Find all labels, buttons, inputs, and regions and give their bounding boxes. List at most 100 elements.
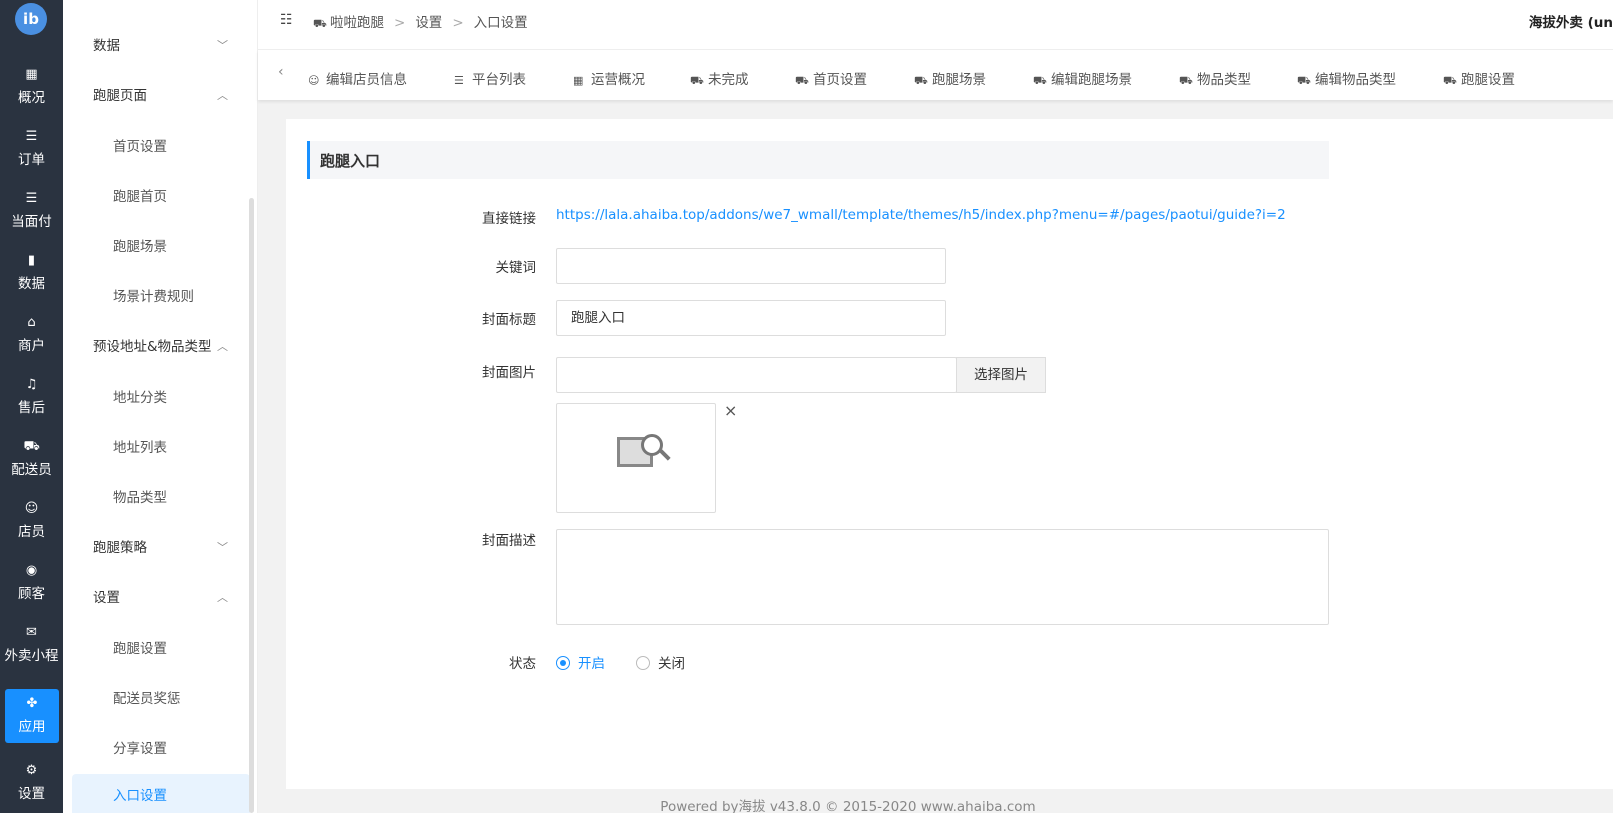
menu-item-scene-fee-rules[interactable]: 场景计费规则 [72,275,250,319]
scooter-icon: ⛟ [914,74,928,87]
radio-checked-icon [556,656,570,670]
rail-item-facepay[interactable]: ☰ 当面付 [0,184,63,238]
cover-title-label: 封面标题 [482,312,536,328]
menu-item-errand-scene[interactable]: 跑腿场景 [72,225,250,269]
menu-item-entry-settings[interactable]: 入口设置 [72,774,250,813]
menu-group-preset-address[interactable]: 预设地址&物品类型 ︿ [63,327,257,367]
tab-errand-settings[interactable]: ⛟ 跑腿设置 [1443,68,1515,89]
status-label: 状态 [509,656,536,672]
scooter-icon: ⛟ [1297,74,1311,87]
chevron-down-icon: ﹀ [217,541,228,554]
list-icon: ☰ [25,129,38,144]
menu-item-home-settings[interactable]: 首页设置 [72,125,250,169]
chevron-up-icon: ︿ [217,340,228,353]
breadcrumb: ⛟ 啦啦跑腿 > 设置 > 入口设置 [313,15,528,31]
menu-item-address-category[interactable]: 地址分类 [72,376,250,420]
store-icon: ⌂ [27,315,36,330]
users-icon: ☺ [308,74,320,87]
cover-desc-textarea[interactable] [556,529,1329,625]
menu-group-errand-strategy[interactable]: 跑腿策略 ﹀ [63,528,257,568]
rail-item-orders[interactable]: ☰ 订单 [0,122,63,176]
keyword-input[interactable] [556,248,946,284]
pick-image-button[interactable]: 选择图片 [956,357,1046,393]
rail-item-settings[interactable]: ⚙ 设置 [0,756,63,810]
secondary-menu: 数据 ﹀ 跑腿页面 ︿ 首页设置 跑腿首页 跑腿场景 场景计费规则 预设地址&物… [63,0,258,813]
rail-item-merchant[interactable]: ⌂ 商户 [0,308,63,362]
zoom-handle [659,449,671,461]
users-icon: ☺ [24,501,39,516]
chevron-up-icon: ︿ [217,89,228,102]
headset-icon: ♫ [25,377,38,392]
section-title: 跑腿入口 [307,141,1329,179]
rail-item-overview[interactable]: ▦ 概况 [0,60,63,114]
tab-incomplete[interactable]: ⛟ 未完成 [690,68,749,89]
list-icon: ☰ [454,74,464,87]
tab-platform-list[interactable]: ☰ 平台列表 [454,68,526,88]
rail-item-customer[interactable]: ◉ 顾客 [0,556,63,610]
grid-icon: ▦ [25,67,38,82]
shop-name[interactable]: 海拔外卖 (un [1529,11,1613,31]
tab-ops-overview[interactable]: ▦ 运营概况 [573,68,645,88]
menu-item-address-list[interactable]: 地址列表 [72,426,250,470]
menu-group-settings[interactable]: 设置 ︿ [63,578,257,618]
menu-item-errand-home[interactable]: 跑腿首页 [72,175,250,219]
bar-chart-icon: ▮ [27,253,36,268]
scooter-icon: ⛟ [23,439,40,454]
cover-image-label: 封面图片 [482,365,536,381]
content-card: 跑腿入口 直接链接 https://lala.ahaiba.top/addons… [286,119,1613,789]
radio-unchecked-icon [636,656,650,670]
top-header: ☷ ⛟ 啦啦跑腿 > 设置 > 入口设置 海拔外卖 (un [258,0,1613,50]
menu-scrollbar[interactable] [249,198,254,813]
rail-item-miniprogram[interactable]: ✉ 外卖小程 [0,618,63,672]
tab-edit-errand-scene[interactable]: ⛟ 编辑跑腿场景 [1033,68,1132,89]
logo-icon[interactable]: ib [15,3,47,35]
scooter-icon: ⛟ [1179,74,1193,87]
breadcrumb-item: 入口设置 [473,15,528,31]
keyword-label: 关键词 [495,260,537,276]
scooter-icon: ⛟ [795,74,809,87]
menu-item-share-settings[interactable]: 分享设置 [72,727,250,771]
user-gear-icon: ⚙ [25,763,38,778]
tab-item-types[interactable]: ⛟ 物品类型 [1179,68,1251,89]
status-on-radio[interactable]: 开启 [556,652,605,672]
menu-item-errand-settings[interactable]: 跑腿设置 [72,627,250,671]
apps-icon: ✤ [26,696,38,711]
rail-item-staff[interactable]: ☺ 店员 [0,494,63,548]
icon-rail: ib ▦ 概况 ☰ 订单 ☰ 当面付 ▮ 数据 ⌂ 商户 ♫ 售后 ⛟ 配送员 … [0,0,63,813]
tab-edit-item-types[interactable]: ⛟ 编辑物品类型 [1297,68,1396,89]
scooter-icon: ⛟ [690,74,704,87]
rail-item-aftersale[interactable]: ♫ 售后 [0,370,63,424]
chevron-up-icon: ︿ [217,591,228,604]
user-circle-icon: ◉ [25,563,38,578]
cover-desc-label: 封面描述 [482,533,536,549]
direct-link[interactable]: https://lala.ahaiba.top/addons/we7_wmall… [556,207,1286,223]
footer-text: Powered by海拔 v43.8.0 © 2015-2020 www.aha… [660,799,1036,813]
list-icon: ☰ [25,191,38,206]
link-label: 直接链接 [482,211,536,227]
breadcrumb-item[interactable]: 设置 [415,15,442,31]
tab-edit-staff[interactable]: ☺ 编辑店员信息 [308,68,407,88]
scooter-icon: ⛟ [313,17,327,30]
cover-title-input[interactable]: 跑腿入口 [556,300,946,336]
menu-item-courier-rewards[interactable]: 配送员奖惩 [72,677,250,721]
rail-item-data[interactable]: ▮ 数据 [0,246,63,300]
menu-toggle-icon[interactable]: ☷ [280,12,293,28]
cover-image-input[interactable] [556,357,957,393]
rail-item-courier[interactable]: ⛟ 配送员 [0,432,63,486]
wechat-icon: ✉ [26,625,37,640]
chevron-down-icon: ﹀ [217,39,228,52]
scooter-icon: ⛟ [1443,74,1457,87]
grid-icon: ▦ [573,74,584,87]
menu-item-item-types[interactable]: 物品类型 [72,476,250,520]
close-icon[interactable]: × [724,401,737,420]
rail-item-apps[interactable]: ✤ 应用 [5,689,59,743]
tabs-prev-icon[interactable]: ‹ [278,64,284,80]
menu-group-data[interactable]: 数据 ﹀ [63,26,257,66]
image-placeholder [556,403,716,513]
scooter-icon: ⛟ [1033,74,1047,87]
breadcrumb-item[interactable]: 啦啦跑腿 [330,15,384,31]
status-off-radio[interactable]: 关闭 [636,652,685,672]
menu-group-errand-pages[interactable]: 跑腿页面 ︿ [63,76,257,116]
tab-errand-scene[interactable]: ⛟ 跑腿场景 [914,68,986,89]
tab-home-settings[interactable]: ⛟ 首页设置 [795,68,867,89]
